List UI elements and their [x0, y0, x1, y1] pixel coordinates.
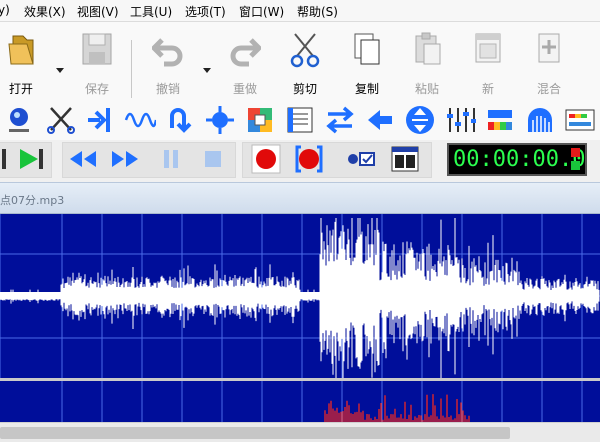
menu-window[interactable]: 窗口(W): [239, 3, 284, 20]
split-icon[interactable]: [84, 104, 116, 136]
record-icon[interactable]: [251, 144, 281, 174]
paste-button[interactable]: 粘贴: [398, 26, 456, 98]
menu-options[interactable]: 选项(T): [185, 3, 226, 20]
undo-label: 撤销: [155, 82, 180, 96]
time-readout: 00:00:00.0: [453, 147, 586, 172]
main-toolbar: 打开 保存 撤销 重做 剪切 复制 粘贴 新 混合: [0, 22, 600, 100]
arch-icon[interactable]: [524, 104, 556, 136]
spectrum-view[interactable]: [0, 381, 600, 422]
mix-label: 混合: [536, 82, 561, 96]
spectrum-gradient-icon[interactable]: [484, 104, 516, 136]
open-button[interactable]: 打开: [0, 26, 50, 98]
left-arrow-icon[interactable]: [364, 104, 396, 136]
new-window-icon: [475, 33, 501, 63]
level-meter-icon[interactable]: [564, 104, 596, 136]
waveform-graph: [0, 214, 600, 380]
waveform-trace: [0, 218, 600, 380]
save-label: 保存: [84, 82, 109, 96]
scissors-icon: [290, 33, 320, 68]
copy-label: 复制: [354, 82, 379, 96]
cut-button[interactable]: 剪切: [276, 26, 334, 98]
record-options-icon[interactable]: [346, 144, 376, 174]
toolbar-separator: [131, 40, 132, 98]
swap-channels-icon[interactable]: [324, 104, 356, 136]
save-button[interactable]: 保存: [68, 26, 126, 98]
play-led-icon: [571, 161, 580, 170]
document-title[interactable]: 点07分.mp3: [0, 192, 64, 208]
equalizer-icon[interactable]: [444, 104, 476, 136]
redo-icon: [230, 38, 261, 67]
menu-view[interactable]: 视图(V): [77, 3, 119, 20]
horizontal-scrollbar[interactable]: [0, 422, 600, 442]
menu-tools[interactable]: 工具(U): [130, 3, 172, 20]
normalize-icon[interactable]: [204, 104, 236, 136]
waveform-view[interactable]: [0, 214, 600, 380]
redo-button[interactable]: 重做: [216, 26, 274, 98]
stop-icon[interactable]: [198, 144, 228, 174]
rewind-icon[interactable]: [68, 144, 98, 174]
new-button[interactable]: 新: [459, 26, 517, 98]
effects-toolbar: [0, 100, 600, 140]
mix-button[interactable]: 混合: [520, 26, 578, 98]
paste-icon: [415, 32, 441, 65]
plugins-icon[interactable]: [244, 104, 276, 136]
play-to-end-icon[interactable]: [16, 144, 46, 174]
copy-icon: [354, 33, 380, 65]
floppy-disk-icon: [82, 33, 112, 65]
undo-dropdown-icon[interactable]: [203, 68, 211, 73]
open-label: 打开: [8, 82, 33, 96]
pause-icon[interactable]: [156, 144, 186, 174]
folder-open-icon: [8, 35, 34, 65]
notes-icon[interactable]: [284, 104, 316, 136]
menu-file[interactable]: y): [0, 3, 10, 17]
spectrum-graph: [61, 381, 583, 422]
open-dropdown-icon[interactable]: [56, 68, 64, 73]
record-led-icon: [571, 148, 580, 157]
loop-record-icon[interactable]: [294, 144, 324, 174]
trim-icon[interactable]: [45, 104, 77, 136]
paste-label: 粘贴: [414, 82, 439, 96]
copy-button[interactable]: 复制: [338, 26, 396, 98]
selection-tool-icon[interactable]: [4, 104, 36, 136]
sine-wave-icon[interactable]: [124, 104, 158, 136]
scrollbar-thumb[interactable]: [0, 427, 510, 439]
undo-icon: [152, 38, 183, 67]
monitor-window-icon[interactable]: [390, 144, 420, 174]
menu-help[interactable]: 帮助(S): [297, 3, 338, 20]
cut-label: 剪切: [292, 82, 317, 96]
mix-icon: [538, 33, 560, 63]
undo-button[interactable]: 撤销: [139, 26, 197, 98]
fast-forward-icon[interactable]: [110, 144, 140, 174]
document-tab-bar: 点07分.mp3: [0, 182, 600, 214]
redo-label: 重做: [232, 82, 257, 96]
undo-arrow-icon[interactable]: [164, 104, 196, 136]
time-display: 00:00:00.0: [447, 143, 587, 176]
menu-effects[interactable]: 效果(X): [24, 3, 66, 20]
menu-bar: y) 效果(X) 视图(V) 工具(U) 选项(T) 窗口(W) 帮助(S): [0, 0, 600, 22]
new-label: 新: [481, 82, 494, 96]
spectrum-trace: [324, 394, 470, 422]
vertical-expand-icon[interactable]: [404, 104, 436, 136]
